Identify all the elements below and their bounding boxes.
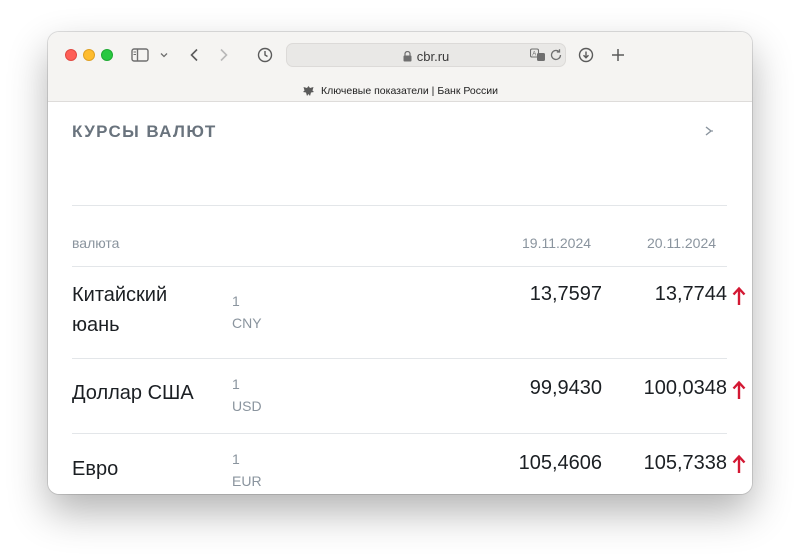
url-host: cbr.ru (416, 48, 450, 64)
up-arrow-icon (732, 380, 746, 400)
address-bar[interactable]: cbr.ru A (286, 43, 566, 67)
new-tab-icon[interactable] (608, 45, 628, 65)
currency-name: Китайский (72, 284, 168, 306)
rate-curr: 13,7744 (654, 283, 727, 305)
close-window-button[interactable] (65, 49, 77, 61)
reload-icon[interactable] (549, 48, 563, 62)
downloads-icon[interactable] (576, 45, 596, 65)
translate-icon[interactable]: A (530, 48, 546, 62)
currency-amount: 1 (232, 451, 240, 467)
chevron-down-icon[interactable] (158, 48, 170, 62)
rate-prev: 105,4606 (518, 452, 602, 474)
rate-curr: 100,0348 (643, 377, 727, 399)
currency-name: Доллар США (72, 382, 194, 404)
rate-prev: 13,7597 (529, 283, 602, 305)
minimize-window-button[interactable] (83, 49, 95, 61)
currency-code: EUR (232, 473, 262, 489)
up-arrow-icon (732, 454, 746, 474)
sidebar-icon[interactable] (130, 46, 150, 64)
svg-text:A: A (532, 52, 536, 58)
browser-window: cbr.ru A Ключевые показатели | Банк Росс… (48, 32, 752, 494)
rates-title: КУРСЫ ВАЛЮТ (72, 122, 217, 141)
page-content: КУРСЫ ВАЛЮТ валюта 19.11.2024 20.11.2024… (48, 102, 752, 494)
column-header-date-curr: 20.11.2024 (647, 235, 717, 251)
currency-amount: 1 (232, 293, 240, 309)
divider (72, 433, 727, 434)
back-icon[interactable] (186, 45, 202, 65)
divider (72, 266, 727, 267)
active-tab[interactable]: Ключевые показатели | Банк России (48, 82, 752, 100)
up-arrow-icon (732, 286, 746, 306)
forward-icon[interactable] (216, 45, 232, 65)
rate-curr: 105,7338 (643, 452, 727, 474)
column-header-currency: валюта (72, 235, 120, 251)
lock-icon (403, 50, 412, 62)
site-emblem-icon (302, 85, 315, 97)
currency-amount: 1 (232, 376, 240, 392)
history-icon[interactable] (255, 45, 275, 65)
column-header-date-prev: 19.11.2024 (522, 235, 592, 251)
divider (72, 358, 727, 359)
currency-name: Евро (72, 458, 119, 480)
zoom-window-button[interactable] (101, 49, 113, 61)
browser-toolbar: cbr.ru A Ключевые показатели | Банк Росс… (48, 32, 752, 102)
chevron-right-icon[interactable] (702, 124, 716, 138)
currency-code: USD (232, 398, 262, 414)
currency-name: юань (72, 314, 120, 336)
rate-prev: 99,9430 (529, 377, 602, 399)
tab-title: Ключевые показатели | Банк России (321, 85, 498, 97)
currency-code: CNY (232, 315, 262, 331)
divider (72, 205, 727, 206)
